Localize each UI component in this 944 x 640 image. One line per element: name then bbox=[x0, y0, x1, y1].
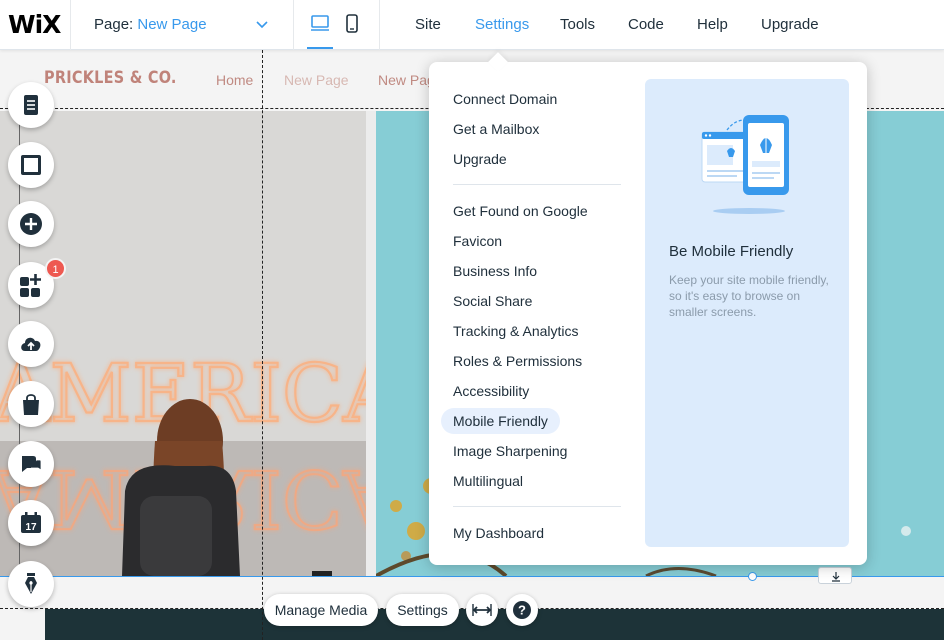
pages-button[interactable] bbox=[8, 82, 54, 128]
divider bbox=[379, 0, 380, 50]
promo-title: Be Mobile Friendly bbox=[669, 243, 794, 260]
nav-upgrade[interactable]: Upgrade bbox=[761, 16, 819, 33]
svg-text:17: 17 bbox=[25, 522, 37, 533]
chat-button[interactable] bbox=[8, 441, 54, 487]
menu-connect-domain[interactable]: Connect Domain bbox=[453, 91, 557, 107]
mobile-view-button[interactable] bbox=[343, 13, 361, 35]
page-selector[interactable]: Page: New Page bbox=[94, 16, 207, 33]
help-button[interactable]: ? bbox=[506, 594, 538, 626]
site-logo[interactable]: PRICKLES & CO. bbox=[44, 68, 177, 88]
upload-icon bbox=[21, 337, 41, 351]
download-icon bbox=[832, 572, 840, 582]
divider bbox=[293, 0, 294, 50]
menu-tracking-analytics[interactable]: Tracking & Analytics bbox=[453, 323, 579, 339]
stretch-button[interactable] bbox=[466, 594, 498, 626]
pen-icon bbox=[25, 573, 37, 594]
menu-divider bbox=[453, 506, 621, 507]
chevron-down-icon[interactable] bbox=[255, 17, 269, 31]
menu-image-sharpening[interactable]: Image Sharpening bbox=[453, 443, 567, 459]
editor-top-bar: WiX Page: New Page Site Settings Tools C… bbox=[0, 0, 944, 50]
store-button[interactable] bbox=[8, 381, 54, 427]
menu-get-a-mailbox[interactable]: Get a Mailbox bbox=[453, 121, 539, 137]
mobile-icon bbox=[346, 14, 358, 33]
help-icon: ? bbox=[513, 601, 531, 619]
site-nav-new-page[interactable]: New Page bbox=[284, 72, 349, 88]
blog-button[interactable] bbox=[8, 561, 54, 607]
menu-multilingual[interactable]: Multilingual bbox=[453, 473, 523, 489]
page-selector-value: New Page bbox=[137, 16, 207, 33]
desktop-icon bbox=[311, 15, 329, 31]
add-icon bbox=[20, 213, 42, 235]
strip-gap bbox=[366, 111, 376, 576]
background-icon bbox=[21, 155, 41, 175]
strip-settings-button[interactable]: Settings bbox=[386, 594, 459, 626]
neon-sign-image: AMERICA AMERICA bbox=[0, 111, 366, 576]
app-market-icon bbox=[20, 274, 41, 297]
nav-site[interactable]: Site bbox=[415, 16, 441, 33]
manage-media-button[interactable]: Manage Media bbox=[264, 594, 378, 626]
strip-selection-line bbox=[0, 576, 944, 577]
settings-dropdown: Connect Domain Get a Mailbox Upgrade Get… bbox=[429, 62, 867, 565]
desktop-view-button[interactable] bbox=[307, 13, 333, 49]
strip-download-button[interactable] bbox=[818, 567, 852, 584]
site-nav-home[interactable]: Home bbox=[216, 72, 253, 88]
site-nav-new-page-2[interactable]: New Pag bbox=[378, 72, 435, 88]
hero-photo-left[interactable]: AMERICA AMERICA bbox=[0, 111, 366, 576]
menu-my-dashboard[interactable]: My Dashboard bbox=[453, 525, 544, 541]
notification-badge: 1 bbox=[45, 258, 66, 279]
menu-social-share[interactable]: Social Share bbox=[453, 293, 532, 309]
menu-accessibility[interactable]: Accessibility bbox=[453, 383, 529, 399]
menu-favicon[interactable]: Favicon bbox=[453, 233, 502, 249]
gridline-left bbox=[262, 50, 263, 640]
menu-get-found-on-google[interactable]: Get Found on Google bbox=[453, 203, 588, 219]
divider bbox=[70, 0, 71, 50]
menu-roles-permissions[interactable]: Roles & Permissions bbox=[453, 353, 582, 369]
nav-help[interactable]: Help bbox=[697, 16, 728, 33]
resize-handle[interactable] bbox=[748, 572, 757, 581]
nav-tools[interactable]: Tools bbox=[560, 16, 595, 33]
upload-button[interactable] bbox=[8, 321, 54, 367]
add-button[interactable] bbox=[8, 201, 54, 247]
nav-settings[interactable]: Settings bbox=[475, 16, 529, 33]
chat-icon bbox=[22, 456, 42, 472]
bookings-button[interactable]: 17 bbox=[8, 500, 54, 546]
calendar-icon: 17 bbox=[21, 512, 41, 533]
nav-code[interactable]: Code bbox=[628, 16, 664, 33]
page-selector-label: Page: bbox=[94, 16, 134, 33]
menu-business-info[interactable]: Business Info bbox=[453, 263, 537, 279]
background-button[interactable] bbox=[8, 142, 54, 188]
wix-logo[interactable]: WiX bbox=[8, 10, 61, 39]
stretch-arrows-icon bbox=[472, 604, 492, 616]
pages-icon bbox=[24, 95, 38, 115]
mobile-friendly-promo: Be Mobile Friendly Keep your site mobile… bbox=[645, 79, 849, 547]
menu-divider bbox=[453, 184, 621, 185]
svg-text:?: ? bbox=[518, 603, 526, 618]
promo-description: Keep your site mobile friendly, so it's … bbox=[669, 273, 829, 319]
menu-mobile-friendly[interactable]: Mobile Friendly bbox=[441, 408, 560, 434]
menu-upgrade[interactable]: Upgrade bbox=[453, 151, 507, 167]
store-icon bbox=[23, 394, 39, 415]
mobile-friendly-illustration bbox=[701, 115, 789, 214]
